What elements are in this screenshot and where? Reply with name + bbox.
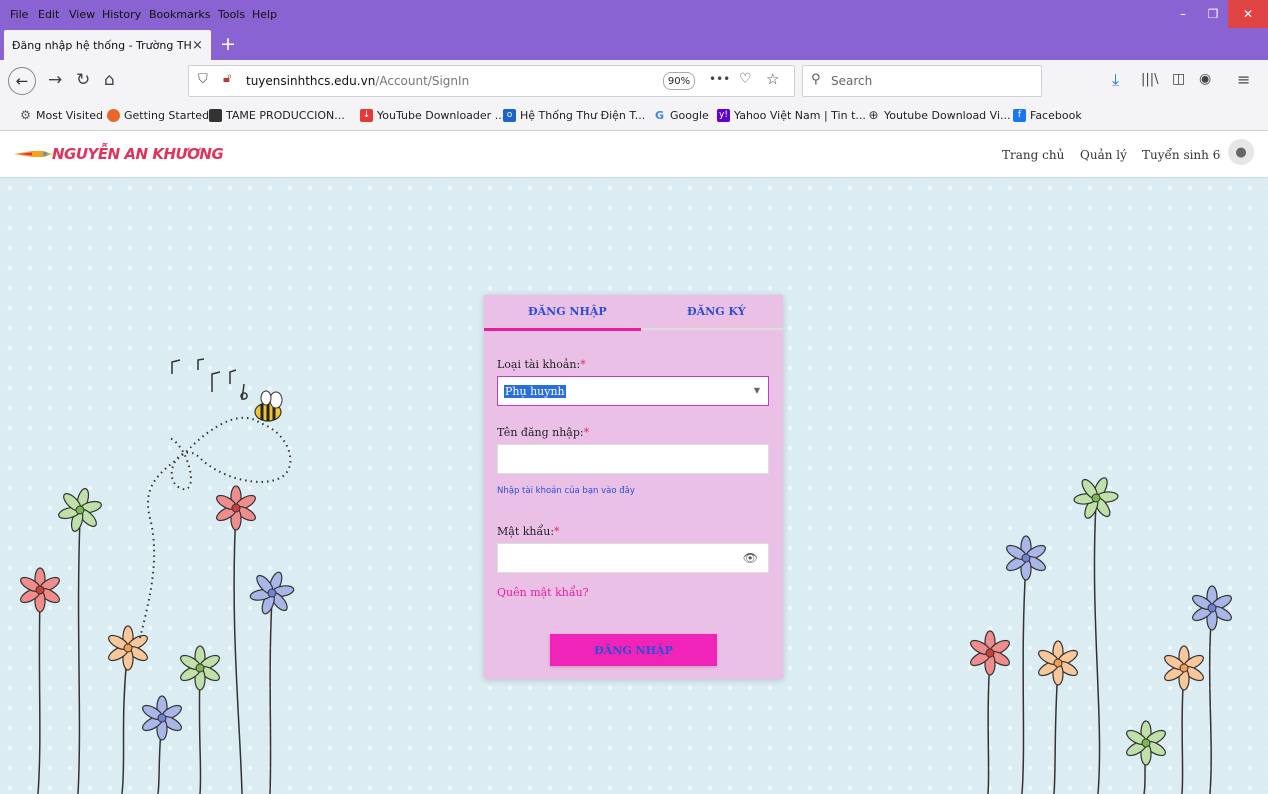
- bookmark-youtube-downloader[interactable]: ↓ YouTube Downloader ...: [360, 109, 505, 122]
- account-type-label: Loại tài khoản:*: [497, 358, 586, 371]
- minimize-icon[interactable]: –: [1168, 0, 1198, 28]
- facebook-icon: f: [1013, 109, 1026, 122]
- bookmark-most-visited[interactable]: ⚙ Most Visited: [19, 108, 103, 123]
- hamburger-menu-icon[interactable]: ≡: [1237, 70, 1250, 89]
- tab-login[interactable]: ĐĂNG NHẬP: [528, 305, 607, 318]
- window-controls: – ❐ ✕: [1168, 0, 1268, 28]
- download-icon[interactable]: ⤓: [1112, 70, 1119, 90]
- account-icon[interactable]: ◉: [1199, 71, 1211, 87]
- browser-tab[interactable]: Đăng nhập hệ thống - Trường THC ×: [4, 30, 211, 60]
- bee-icon: [254, 390, 283, 422]
- page-actions-icon[interactable]: •••: [709, 72, 730, 86]
- active-tab-indicator: [484, 328, 641, 331]
- search-icon: ⚲: [811, 72, 821, 87]
- nav-admission[interactable]: Tuyển sinh 6: [1142, 148, 1220, 162]
- nav-toolbar: ← → ↻ ⌂ ⛉ 🔓︎ tuyensinhthcs.edu.vn/Accoun…: [0, 60, 1268, 102]
- menu-bookmarks[interactable]: Bookmarks: [149, 8, 210, 21]
- menu-edit[interactable]: Edit: [38, 8, 59, 21]
- gear-icon: ⚙: [20, 108, 31, 122]
- bookmark-tame[interactable]: TAME PRODUCCION...: [209, 109, 345, 122]
- tab-strip: Đăng nhập hệ thống - Trường THC × +: [0, 28, 1268, 60]
- close-window-icon[interactable]: ✕: [1228, 0, 1268, 28]
- bookmark-getting-started[interactable]: Getting Started: [107, 109, 209, 122]
- login-card: ĐĂNG NHẬP ĐĂNG KÝ Loại tài khoản:* Phụ h…: [484, 295, 783, 679]
- rocket-logo-icon: [14, 151, 52, 157]
- chevron-down-icon: ▼: [753, 386, 760, 395]
- globe-icon: ⊕: [868, 108, 879, 122]
- search-bar[interactable]: ⚲ Search: [802, 65, 1042, 97]
- menu-bar: File Edit View History Bookmarks Tools H…: [0, 0, 1268, 28]
- username-input[interactable]: [497, 444, 769, 474]
- outlook-icon: o: [503, 109, 516, 122]
- nav-manage[interactable]: Quản lý: [1080, 148, 1127, 162]
- username-hint: Nhập tài khoản của bạn vào đây: [497, 486, 635, 496]
- url-text: tuyensinhthcs.edu.vn/Account/SignIn: [246, 74, 470, 88]
- tab-register[interactable]: ĐĂNG KÝ: [687, 305, 746, 318]
- tab-title: Đăng nhập hệ thống - Trường THC: [12, 38, 192, 52]
- show-password-icon[interactable]: 👁︎: [743, 551, 758, 565]
- reload-icon[interactable]: ↻: [76, 70, 90, 90]
- forward-icon[interactable]: →: [48, 70, 62, 90]
- user-avatar-icon[interactable]: ●: [1228, 139, 1254, 165]
- menu-history[interactable]: History: [102, 8, 141, 21]
- google-icon: G: [654, 109, 665, 122]
- maximize-icon[interactable]: ❐: [1198, 0, 1228, 28]
- bookmark-facebook[interactable]: f Facebook: [1013, 109, 1082, 122]
- back-icon[interactable]: ←: [8, 67, 36, 95]
- account-type-select[interactable]: Phụ huynh ▼: [497, 376, 769, 406]
- login-button[interactable]: ĐĂNG NHẬP: [550, 634, 717, 666]
- bookmark-mail-system[interactable]: o Hệ Thống Thư Điện T...: [503, 109, 645, 122]
- bookmark-google[interactable]: G Google: [653, 109, 709, 122]
- music-notes-icon: [171, 358, 248, 401]
- home-icon[interactable]: ⌂: [104, 70, 115, 90]
- menu-help[interactable]: Help: [252, 8, 277, 21]
- library-icon[interactable]: |||\: [1141, 72, 1159, 87]
- menu-tools[interactable]: Tools: [218, 8, 245, 21]
- close-tab-icon[interactable]: ×: [192, 38, 206, 53]
- forgot-password-link[interactable]: Quên mật khẩu?: [497, 586, 589, 599]
- bookmark-yahoo[interactable]: y! Yahoo Việt Nam | Tin t...: [717, 109, 866, 122]
- nav-home[interactable]: Trang chủ: [1002, 148, 1064, 162]
- bookmarks-bar: ⚙ Most Visited Getting Started TAME PRODU…: [0, 102, 1268, 131]
- bookmark-star-icon[interactable]: ☆: [766, 70, 779, 88]
- tame-icon: [209, 109, 222, 122]
- zoom-level[interactable]: 90%: [663, 72, 695, 90]
- menu-file[interactable]: File: [10, 8, 28, 21]
- url-bar[interactable]: ⛉ 🔓︎ tuyensinhthcs.edu.vn/Account/SignIn…: [188, 65, 795, 97]
- insecure-lock-icon[interactable]: 🔓︎: [223, 71, 231, 86]
- bookmark-youtube-download[interactable]: ⊕ Youtube Download Vi...: [867, 108, 1010, 123]
- sidebar-icon[interactable]: ◫: [1172, 71, 1185, 87]
- new-tab-button[interactable]: +: [220, 33, 236, 55]
- firefox-icon: [107, 109, 120, 122]
- shield-icon[interactable]: ⛉: [198, 72, 208, 87]
- account-type-value: Phụ huynh: [504, 385, 566, 398]
- search-placeholder: Search: [831, 74, 873, 88]
- site-logo[interactable]: NGUYỄN AN KHƯƠNG: [52, 145, 224, 163]
- username-label: Tên đăng nhập:*: [497, 426, 590, 439]
- site-header: NGUYỄN AN KHƯƠNG Trang chủ Quản lý Tuyển…: [0, 131, 1268, 177]
- password-input[interactable]: 👁︎: [497, 543, 769, 573]
- menu-view[interactable]: View: [69, 8, 95, 21]
- yahoo-icon: y!: [717, 109, 730, 122]
- pocket-icon[interactable]: ♡: [739, 71, 752, 87]
- password-label: Mật khẩu:*: [497, 525, 560, 538]
- download-icon: ↓: [360, 109, 373, 122]
